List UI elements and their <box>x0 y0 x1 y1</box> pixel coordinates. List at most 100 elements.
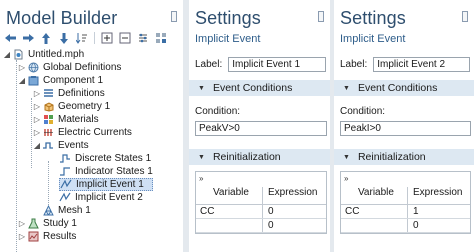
column-separator <box>407 219 408 232</box>
back-arrow-icon[interactable] <box>2 31 18 45</box>
section-event-conditions[interactable]: ▼ Event Conditions <box>334 80 474 96</box>
settings-panel-1: Settings Implicit Event Label: Implicit … <box>189 0 330 252</box>
grid-icon[interactable] <box>153 31 169 45</box>
collapse-triangle-icon: ▼ <box>198 153 205 161</box>
column-separator <box>262 219 263 232</box>
collapse-all-icon[interactable] <box>117 31 133 45</box>
cell-variable[interactable]: CC <box>345 206 359 217</box>
expand-toggle[interactable]: ▷ <box>32 102 42 111</box>
reinitialization-table: » Variable Expression CC 0 0 <box>195 171 327 234</box>
settings-icon[interactable] <box>135 31 151 45</box>
section-reinitialization[interactable]: ▼ Reinitialization <box>334 149 474 165</box>
tree-item-study-1[interactable]: ▷ Study 1 <box>17 217 77 230</box>
table-row[interactable]: 0 <box>196 219 326 233</box>
condition-field[interactable]: PeakI>0 <box>340 121 471 136</box>
column-separator <box>262 205 263 218</box>
column-separator <box>407 187 408 204</box>
expand-table-icon[interactable]: » <box>199 174 203 183</box>
label-field[interactable]: Implicit Event 1 <box>228 57 327 72</box>
column-header-expression[interactable]: Expression <box>413 187 462 198</box>
collapse-toggle[interactable]: ◢ <box>32 141 42 150</box>
expand-table-icon[interactable]: » <box>344 174 348 183</box>
tree-item-materials[interactable]: ▷ Materials <box>32 113 99 126</box>
table-row[interactable]: CC 1 <box>341 205 470 219</box>
column-header-expression[interactable]: Expression <box>268 187 317 198</box>
minimize-button[interactable] <box>318 11 324 22</box>
up-arrow-icon[interactable] <box>38 31 54 45</box>
expand-toggle[interactable]: ▷ <box>32 89 42 98</box>
table-header: » Variable Expression <box>196 172 326 205</box>
cell-expression[interactable]: 1 <box>413 206 419 217</box>
cell-expression[interactable]: 0 <box>413 220 419 231</box>
cell-variable[interactable]: CC <box>200 206 214 217</box>
expand-toggle[interactable]: ▷ <box>32 128 42 137</box>
reinitialization-table: » Variable Expression CC 1 0 <box>340 171 471 234</box>
label-caption: Label: <box>340 59 368 70</box>
section-event-conditions[interactable]: ▼ Event Conditions <box>189 80 330 96</box>
mesh-icon <box>42 205 54 216</box>
electric-currents-icon <box>42 127 54 138</box>
tree-item-implicit-event-2[interactable]: Implicit Event 2 <box>59 191 143 204</box>
condition-caption: Condition: <box>195 106 241 117</box>
tree-item-geometry-1[interactable]: ▷ Geometry 1 <box>32 100 110 113</box>
collapse-triangle-icon: ▼ <box>198 84 205 92</box>
column-separator <box>407 205 408 218</box>
expand-toggle[interactable]: ▷ <box>17 219 27 228</box>
tree-item-implicit-event-1[interactable]: Implicit Event 1 <box>59 178 153 191</box>
list-icon <box>42 88 54 99</box>
settings-subtitle: Implicit Event <box>340 33 406 45</box>
section-reinitialization[interactable]: ▼ Reinitialization <box>189 149 330 165</box>
materials-icon <box>42 114 54 125</box>
column-header-variable[interactable]: Variable <box>213 187 249 198</box>
table-row[interactable]: CC 0 <box>196 205 326 219</box>
column-header-variable[interactable]: Variable <box>358 187 394 198</box>
settings-header: Settings <box>189 0 330 30</box>
settings-panel-2: Settings Implicit Event Label: Implicit … <box>334 0 474 252</box>
sort-icon[interactable] <box>74 31 90 45</box>
down-arrow-icon[interactable] <box>56 31 72 45</box>
settings-title: Settings <box>340 8 406 28</box>
label-row: Label: Implicit Event 1 <box>195 57 327 72</box>
model-builder-panel: Model Builder ◢ Untitled.mph ▷ Global De… <box>0 0 183 252</box>
tree-item-definitions[interactable]: ▷ Definitions <box>32 87 105 100</box>
globe-icon <box>27 62 39 73</box>
expand-toggle[interactable]: ▷ <box>17 232 27 241</box>
condition-caption: Condition: <box>340 106 386 117</box>
cell-expression[interactable]: 0 <box>268 206 274 217</box>
condition-field[interactable]: PeakV>0 <box>195 121 327 136</box>
minimize-button[interactable] <box>462 11 468 22</box>
tree-item-mesh-1[interactable]: Mesh 1 <box>42 204 91 217</box>
tree-item-discrete-states-1[interactable]: Discrete States 1 <box>59 152 151 165</box>
minimize-button[interactable] <box>171 11 177 22</box>
results-icon <box>27 231 39 242</box>
label-caption: Label: <box>195 59 223 70</box>
forward-arrow-icon[interactable] <box>20 31 36 45</box>
settings-header: Settings <box>334 0 474 30</box>
tree-item-component-1[interactable]: ◢ Component 1 <box>17 74 103 87</box>
expand-toggle[interactable]: ▷ <box>32 115 42 124</box>
events-icon <box>42 140 54 151</box>
tree-item-global-definitions[interactable]: ▷ Global Definitions <box>17 61 121 74</box>
toolbar-separator <box>94 32 95 44</box>
tree-item-untitled[interactable]: ◢ Untitled.mph <box>2 48 84 61</box>
component-icon <box>27 75 39 86</box>
tree-item-indicator-states-1[interactable]: Indicator States 1 <box>59 165 153 178</box>
label-row: Label: Implicit Event 2 <box>340 57 471 72</box>
tree-item-events[interactable]: ◢ Events <box>32 139 89 152</box>
table-row[interactable]: 0 <box>341 219 470 233</box>
cell-expression[interactable]: 0 <box>268 220 274 231</box>
settings-title: Settings <box>195 8 261 28</box>
expand-toggle[interactable]: ▷ <box>17 63 27 72</box>
table-header: » Variable Expression <box>341 172 470 205</box>
label-field[interactable]: Implicit Event 2 <box>373 57 471 72</box>
collapse-toggle[interactable]: ◢ <box>2 50 12 59</box>
tree-item-electric-currents[interactable]: ▷ Electric Currents <box>32 126 132 139</box>
discrete-states-icon <box>59 153 71 164</box>
expand-all-icon[interactable] <box>99 31 115 45</box>
collapse-triangle-icon: ▼ <box>343 84 350 92</box>
collapse-toggle[interactable]: ◢ <box>17 76 27 85</box>
implicit-event-icon <box>59 192 71 203</box>
model-builder-toolbar <box>2 30 169 46</box>
tree-item-results[interactable]: ▷ Results <box>17 230 76 243</box>
model-builder-title: Model Builder <box>6 8 118 28</box>
